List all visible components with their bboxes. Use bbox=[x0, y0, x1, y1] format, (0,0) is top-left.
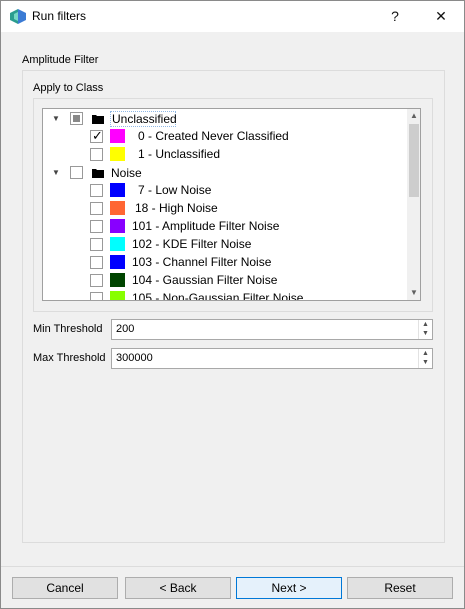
expand-arrow-icon[interactable]: ▼ bbox=[52, 169, 60, 177]
tree-row-noise[interactable]: ▼ Noise bbox=[43, 164, 407, 182]
class-102-color-swatch bbox=[110, 237, 125, 251]
min-threshold-label: Min Threshold bbox=[33, 323, 103, 335]
class-0-checkbox[interactable] bbox=[90, 128, 103, 144]
class-7-checkbox[interactable] bbox=[90, 184, 103, 197]
max-threshold-stepper[interactable]: ▲ ▼ bbox=[418, 349, 432, 368]
tree-row-class-104[interactable]: 104 - Gaussian Filter Noise bbox=[43, 272, 407, 290]
window-title: Run filters bbox=[32, 9, 87, 23]
tree-row-label: 0 - Created Never Classified bbox=[138, 129, 289, 143]
tree-row-label: Noise bbox=[111, 166, 142, 180]
tree-row-class-0[interactable]: 0 - Created Never Classified bbox=[43, 128, 407, 146]
class-105-color-swatch bbox=[110, 291, 125, 300]
class-103-color-swatch bbox=[110, 255, 125, 269]
tree-vertical-scrollbar[interactable]: ▲ ▼ bbox=[407, 109, 420, 300]
tree-row-class-103[interactable]: 103 - Channel Filter Noise bbox=[43, 254, 407, 272]
class-105-checkbox[interactable] bbox=[90, 292, 103, 300]
folder-icon bbox=[92, 115, 104, 124]
tree-row-label: 104 - Gaussian Filter Noise bbox=[132, 273, 278, 287]
min-threshold-value: 200 bbox=[116, 323, 135, 335]
scroll-thumb[interactable] bbox=[409, 124, 419, 197]
min-threshold-spinbox[interactable]: 200 ▲ ▼ bbox=[111, 319, 433, 340]
tree-row-label: 1 - Unclassified bbox=[138, 147, 221, 161]
tree-row-class-102[interactable]: 102 - KDE Filter Noise bbox=[43, 236, 407, 254]
tree-row-label: 18 - High Noise bbox=[135, 201, 218, 215]
class-103-checkbox[interactable] bbox=[90, 256, 103, 269]
stepper-down-icon[interactable]: ▼ bbox=[422, 330, 429, 338]
noise-checkbox[interactable] bbox=[70, 166, 83, 179]
title-bar: Run filters ? ✕ bbox=[1, 1, 464, 32]
tree-row-label: Unclassified bbox=[110, 111, 177, 127]
apply-to-class-group-title: Apply to Class bbox=[33, 82, 104, 94]
tree-row-label: 103 - Channel Filter Noise bbox=[132, 255, 272, 269]
scroll-down-icon[interactable]: ▼ bbox=[407, 286, 420, 300]
tree-row-class-18[interactable]: 18 - High Noise bbox=[43, 200, 407, 218]
tree-row-label: 101 - Amplitude Filter Noise bbox=[132, 219, 280, 233]
scroll-up-icon[interactable]: ▲ bbox=[407, 109, 420, 123]
expand-arrow-icon[interactable]: ▼ bbox=[52, 115, 60, 123]
next-button[interactable]: Next > bbox=[236, 577, 342, 599]
class-0-color-swatch bbox=[110, 129, 125, 143]
class-104-checkbox[interactable] bbox=[90, 274, 103, 287]
class-101-color-swatch bbox=[110, 219, 125, 233]
class-1-checkbox[interactable] bbox=[90, 148, 103, 161]
max-threshold-value: 300000 bbox=[116, 352, 153, 364]
tree-row-unclassified[interactable]: ▼ Unclassified bbox=[43, 110, 407, 128]
run-filters-dialog: Run filters ? ✕ Amplitude Filter Apply t… bbox=[0, 0, 465, 609]
amplitude-filter-group-title: Amplitude Filter bbox=[22, 54, 99, 66]
folder-icon bbox=[92, 169, 104, 178]
class-102-checkbox[interactable] bbox=[90, 238, 103, 251]
tree-row-label: 105 - Non-Gaussian Filter Noise bbox=[132, 291, 304, 301]
tree-row-class-1[interactable]: 1 - Unclassified bbox=[43, 146, 407, 164]
back-button[interactable]: < Back bbox=[125, 577, 231, 599]
class-18-color-swatch bbox=[110, 201, 125, 215]
button-divider bbox=[1, 566, 464, 567]
tree-row-class-7[interactable]: 7 - Low Noise bbox=[43, 182, 407, 200]
help-button[interactable]: ? bbox=[372, 1, 418, 32]
class-101-checkbox[interactable] bbox=[90, 220, 103, 233]
unclassified-checkbox[interactable] bbox=[70, 112, 83, 125]
class-tree[interactable]: ▼ Unclassified 0 - Created Never Classif… bbox=[42, 108, 421, 301]
max-threshold-label: Max Threshold bbox=[33, 352, 106, 364]
class-7-color-swatch bbox=[110, 183, 125, 197]
class-18-checkbox[interactable] bbox=[90, 202, 103, 215]
stepper-up-icon[interactable]: ▲ bbox=[422, 350, 429, 358]
max-threshold-spinbox[interactable]: 300000 ▲ ▼ bbox=[111, 348, 433, 369]
stepper-down-icon[interactable]: ▼ bbox=[422, 359, 429, 367]
stepper-up-icon[interactable]: ▲ bbox=[422, 321, 429, 329]
close-button[interactable]: ✕ bbox=[418, 1, 464, 32]
tree-row-label: 102 - KDE Filter Noise bbox=[132, 237, 252, 251]
class-1-color-swatch bbox=[110, 147, 125, 161]
cancel-button[interactable]: Cancel bbox=[12, 577, 118, 599]
tree-row-class-105[interactable]: 105 - Non-Gaussian Filter Noise bbox=[43, 290, 407, 301]
tree-row-class-101[interactable]: 101 - Amplitude Filter Noise bbox=[43, 218, 407, 236]
reset-button[interactable]: Reset bbox=[347, 577, 453, 599]
min-threshold-stepper[interactable]: ▲ ▼ bbox=[418, 320, 432, 339]
app-icon bbox=[10, 9, 26, 24]
tree-row-label: 7 - Low Noise bbox=[138, 183, 212, 197]
class-104-color-swatch bbox=[110, 273, 125, 287]
